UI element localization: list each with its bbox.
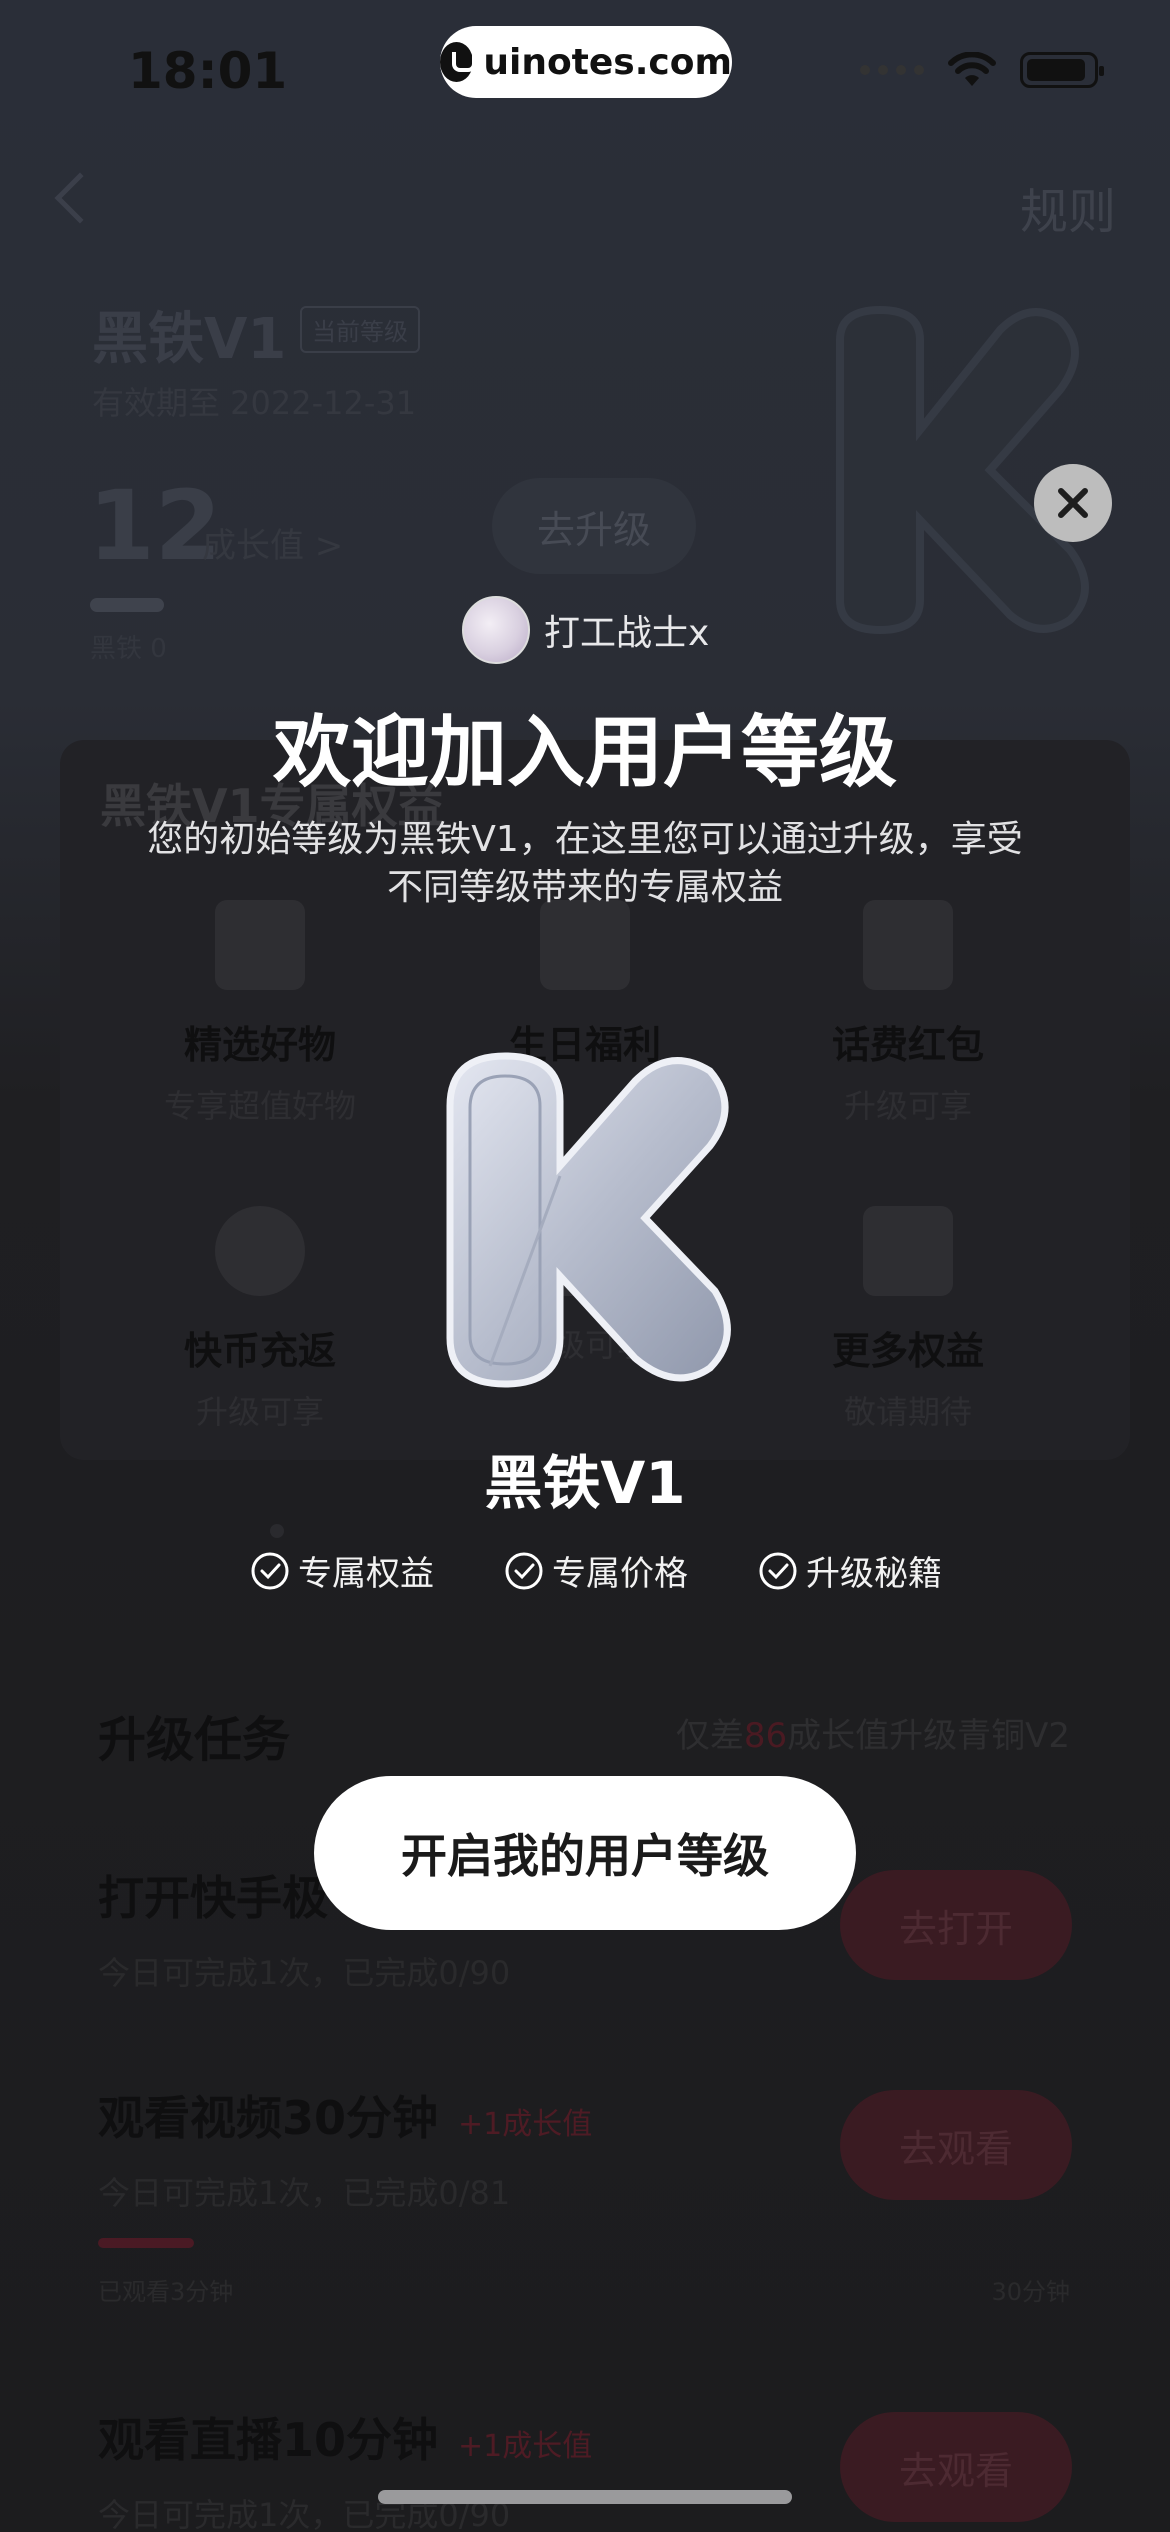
- perk-label: 专属价格: [552, 1554, 688, 1594]
- perks-list: 专属权益 专属价格 升级秘籍: [250, 1546, 942, 1595]
- check-circle-icon: [251, 1552, 289, 1589]
- user-row: 打工战士x: [462, 596, 709, 664]
- k-level-logo-icon: [446, 1052, 731, 1388]
- perk-item: 专属权益: [250, 1546, 434, 1595]
- check-circle-icon: [759, 1552, 797, 1589]
- level-name: 黑铁V1: [484, 1449, 686, 1517]
- modal-title: 欢迎加入用户等级: [272, 708, 897, 798]
- perk-item: 专属价格: [504, 1546, 688, 1595]
- perk-label: 升级秘籍: [806, 1554, 942, 1594]
- close-icon: [1058, 488, 1088, 518]
- home-indicator[interactable]: [378, 2490, 792, 2504]
- watermark-badge: uinotes.com: [440, 26, 732, 98]
- start-level-button[interactable]: 开启我的用户等级: [314, 1776, 856, 1930]
- avatar: [462, 596, 530, 664]
- check-circle-icon: [505, 1552, 543, 1589]
- perk-label: 专属权益: [298, 1554, 434, 1594]
- watermark-text: uinotes.com: [483, 41, 732, 83]
- modal-subtitle: 您的初始等级为黑铁V1，在这里您可以通过升级，享受不同等级带来的专属权益: [147, 819, 1023, 908]
- username: 打工战士x: [544, 613, 710, 654]
- perk-item: 升级秘籍: [758, 1546, 942, 1595]
- close-button[interactable]: [1034, 464, 1112, 542]
- welcome-modal: 打工战士x 欢迎加入用户等级 您的初始等级为黑铁V1，在这里您可以通过升级，享受…: [0, 0, 1170, 2532]
- uinotes-logo-icon: [440, 42, 477, 82]
